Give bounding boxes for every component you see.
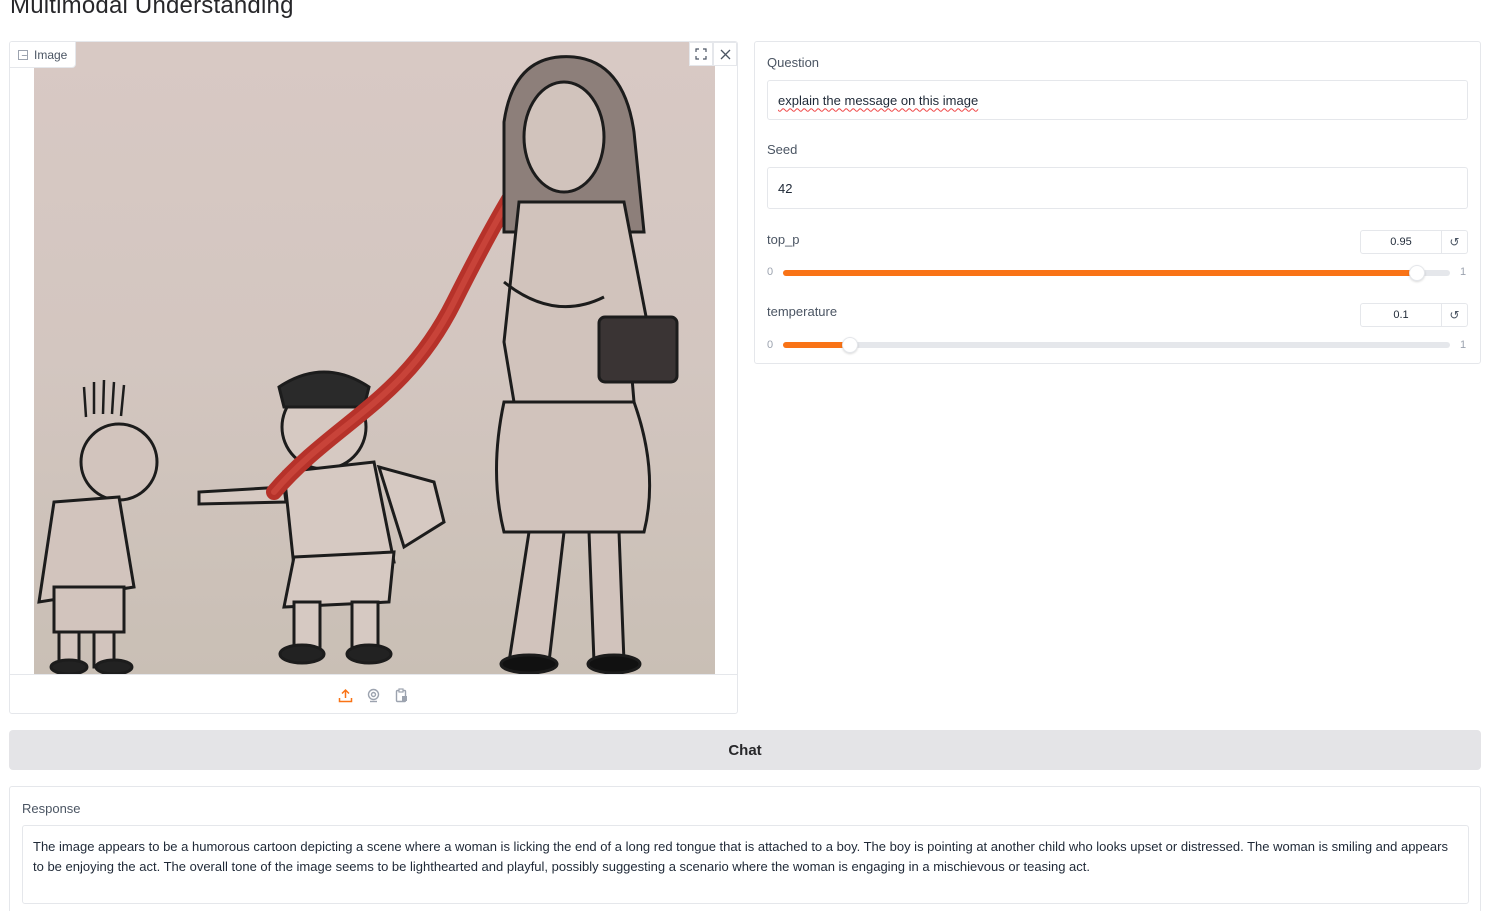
temperature-label: temperature xyxy=(767,304,838,319)
temperature-slider[interactable] xyxy=(783,337,1450,353)
top-p-slider-fill xyxy=(783,270,1417,276)
close-icon[interactable] xyxy=(713,42,737,66)
upload-icon[interactable] xyxy=(337,686,355,704)
temperature-slider-fill xyxy=(783,342,850,348)
image-source-bar xyxy=(10,674,737,713)
question-value: explain the message on this image xyxy=(778,92,979,108)
image-label: Image xyxy=(10,42,77,68)
image-label-text: Image xyxy=(34,47,68,62)
image-tools xyxy=(689,42,737,66)
temperature-reset-icon[interactable]: ↺ xyxy=(1442,303,1468,327)
top-p-max-label: 1 xyxy=(1460,266,1467,278)
seed-input[interactable]: 42 xyxy=(767,167,1468,209)
response-label: Response xyxy=(22,801,81,816)
clipboard-icon[interactable] xyxy=(393,686,411,704)
seed-label: Seed xyxy=(767,142,798,157)
page-title: Multimodal Understanding xyxy=(10,0,294,19)
temperature-min-label: 0 xyxy=(767,339,774,351)
question-label: Question xyxy=(767,55,820,70)
image-icon xyxy=(18,49,28,60)
chat-button[interactable]: Chat xyxy=(9,730,1481,770)
top-p-slider-thumb[interactable] xyxy=(1408,265,1425,281)
response-textbox[interactable]: The image appears to be a humorous carto… xyxy=(22,825,1469,904)
image-upload-panel[interactable]: Image xyxy=(9,41,738,714)
uploaded-cartoon-image xyxy=(34,42,715,674)
top-p-min-label: 0 xyxy=(767,266,774,278)
top-p-reset-icon[interactable]: ↺ xyxy=(1442,230,1468,254)
temperature-max-label: 1 xyxy=(1460,339,1467,351)
temperature-number-input[interactable]: 0.1 xyxy=(1360,303,1442,327)
settings-panel: Question explain the message on this ima… xyxy=(754,41,1481,364)
fullscreen-icon[interactable] xyxy=(689,42,713,66)
question-input[interactable]: explain the message on this image xyxy=(767,80,1468,120)
seed-value: 42 xyxy=(778,180,793,196)
response-panel: Response The image appears to be a humor… xyxy=(9,786,1481,911)
webcam-icon[interactable] xyxy=(365,686,383,704)
top-p-label: top_p xyxy=(767,232,800,247)
top-p-number-input[interactable]: 0.95 xyxy=(1360,230,1442,254)
temperature-slider-thumb[interactable] xyxy=(841,337,858,353)
top-p-slider[interactable] xyxy=(783,265,1450,281)
